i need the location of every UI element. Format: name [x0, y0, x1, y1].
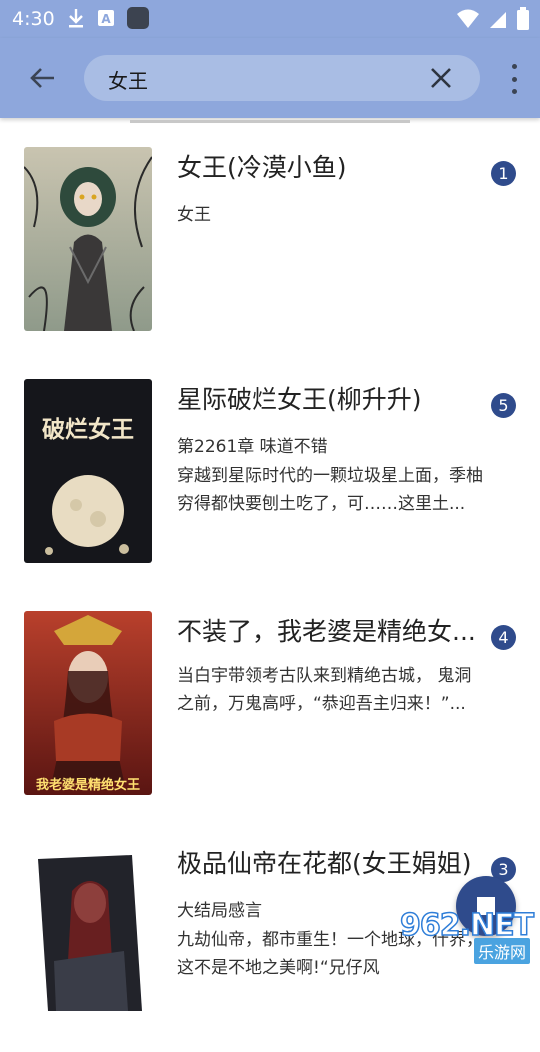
cover-title-text: 我老婆是精绝女王: [36, 777, 140, 793]
book-description: 穿越到星际时代的一颗垃圾星上面，季柚穷得都快要刨土吃了，可……这里土...: [177, 466, 483, 514]
more-vert-icon-dot: [511, 89, 517, 94]
status-time: 4:30: [12, 8, 55, 30]
book-cover: 破烂女王: [24, 379, 152, 563]
more-vert-icon-dot: [511, 64, 517, 69]
unread-count-badge: 4: [491, 625, 516, 650]
status-icons-right: [456, 7, 530, 35]
book-description: 当白宇带领考古队来到精绝古城， 鬼洞之前，万鬼高呼，“恭迎吾主归来！”...: [177, 666, 472, 714]
book-cover: [24, 147, 152, 331]
svg-text:A: A: [101, 12, 111, 26]
list-item[interactable]: 破烂女王 星际破烂女王(柳升升) 第2261章 味道不错 穿越到星际时代的一颗垃…: [0, 356, 540, 588]
search-input[interactable]: 女王: [84, 55, 480, 101]
book-cover: [24, 851, 152, 1011]
book-title: 极品仙帝在花都(女王娟姐): [177, 849, 472, 878]
close-icon: [431, 68, 451, 88]
signal-icon: [488, 8, 508, 34]
book-title: 女王(冷漠小鱼): [177, 153, 347, 182]
book-cover: 我老婆是精绝女王: [24, 611, 152, 795]
list-item[interactable]: 女王(冷漠小鱼) 女王 1: [0, 124, 540, 356]
cover-title-text: 破烂女王: [42, 416, 134, 443]
site-watermark: 962.NET 乐游网: [399, 907, 540, 964]
book-latest-chapter: 第2261章 味道不错: [177, 437, 328, 457]
back-button[interactable]: [22, 60, 62, 96]
app-square-icon: [126, 6, 150, 34]
status-bar: 4:30 A: [0, 0, 540, 38]
more-options-button[interactable]: [508, 64, 520, 94]
download-icon: [66, 6, 86, 34]
text-a-icon: A: [96, 7, 116, 33]
book-title: 不装了，我老婆是精绝女...: [177, 617, 476, 646]
app-bar: 女王: [0, 38, 540, 118]
book-title: 星际破烂女王(柳升升): [177, 385, 422, 414]
book-latest-chapter: 女王: [177, 205, 211, 225]
clear-search-button[interactable]: [426, 63, 456, 93]
unread-count-badge: 1: [491, 161, 516, 186]
loading-indicator: [130, 120, 410, 123]
list-item[interactable]: 我老婆是精绝女王 不装了，我老婆是精绝女... 当白宇带领考古队来到精绝古城， …: [0, 588, 540, 820]
watermark-text: 乐游网: [474, 938, 531, 964]
wifi-icon: [456, 8, 480, 34]
status-icons-left: A: [66, 6, 150, 34]
battery-icon: [516, 7, 530, 35]
unread-count-badge: 5: [491, 393, 516, 418]
arrow-back-icon: [30, 68, 54, 88]
more-vert-icon-dot: [511, 76, 517, 82]
search-input-value[interactable]: 女王: [108, 65, 148, 94]
